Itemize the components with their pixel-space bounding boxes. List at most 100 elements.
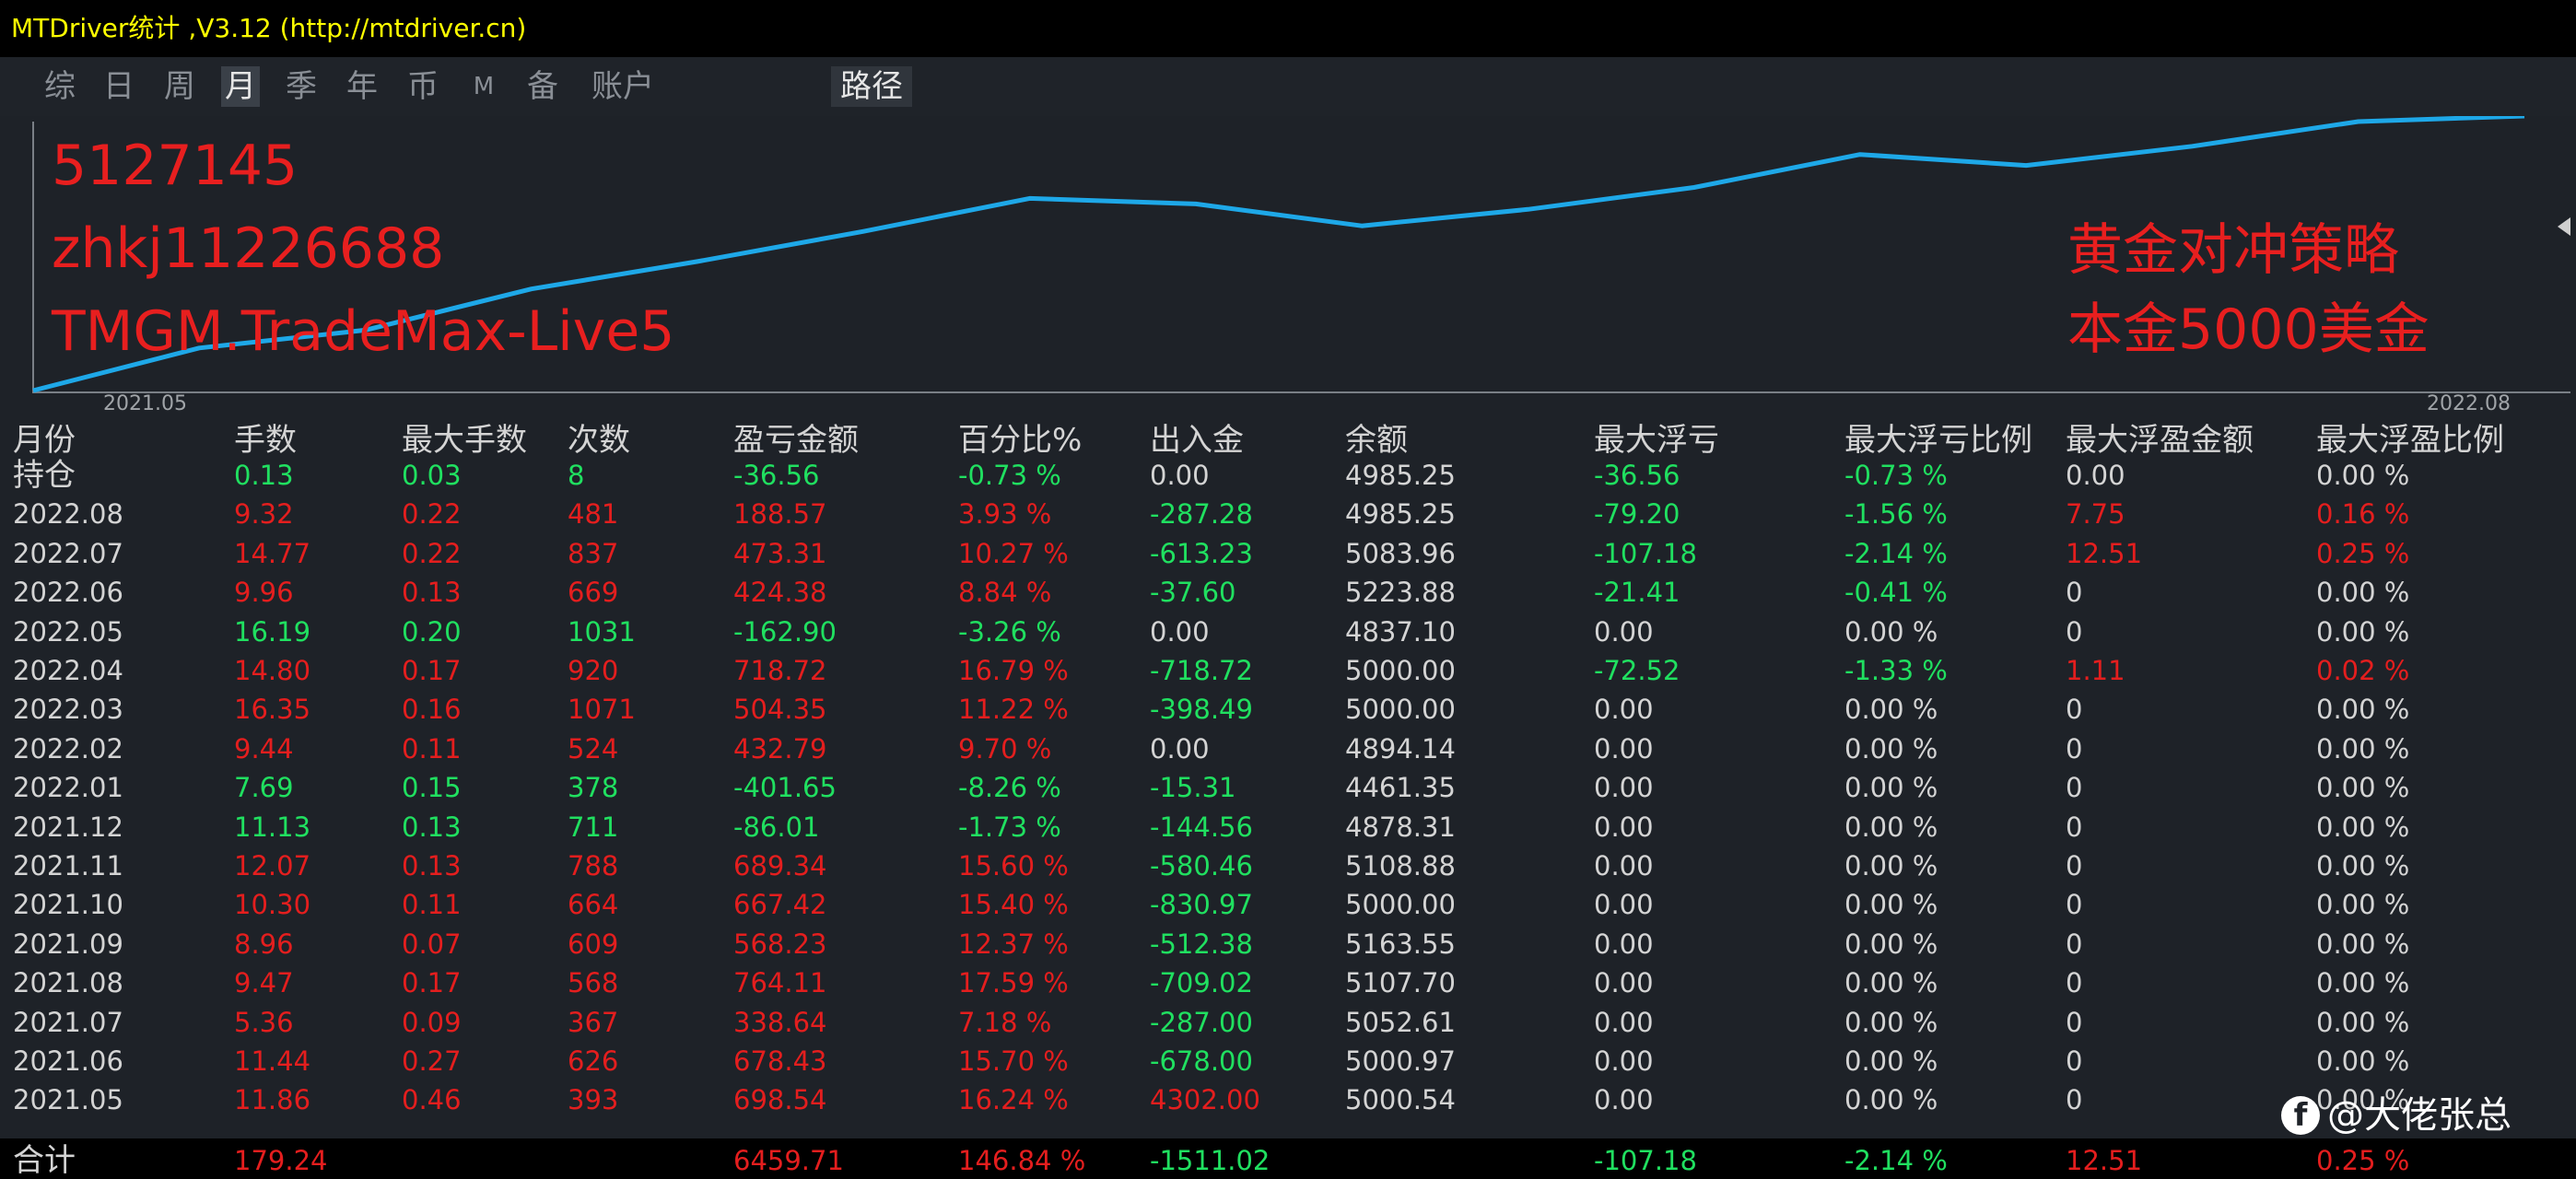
- scroll-left-arrow-icon[interactable]: [2558, 217, 2570, 236]
- cell-max-float-profit-pct: 0.00 %: [2316, 889, 2410, 921]
- row-label: 2021.12: [13, 811, 123, 843]
- cell-profit: -162.90: [733, 615, 837, 648]
- cell-max-float-profit: 0: [2066, 811, 2083, 843]
- monthly-stats-table: 月份 手数 最大手数 次数 盈亏金额 百分比% 出入金 余额 最大浮亏 最大浮亏比例 最大浮盈金额 最…: [0, 422, 2576, 1179]
- tab-note[interactable]: 备: [523, 66, 562, 107]
- cell-max-lots: 0.13: [402, 577, 462, 609]
- cell-lots: 9.47: [234, 967, 294, 999]
- cell-max-float-profit: 0: [2066, 967, 2083, 999]
- cell-trades: 393: [568, 1084, 619, 1116]
- cell-max-float-loss-pct: 0.00 %: [1844, 850, 1938, 881]
- cell-max-float-loss-pct: -1.33 %: [1844, 655, 1948, 686]
- cell-lots: 14.77: [234, 537, 311, 569]
- header-percent[interactable]: 百分比%: [958, 422, 1082, 459]
- cell-max-lots: 0.13: [402, 850, 462, 881]
- tab-day[interactable]: 日: [100, 66, 138, 107]
- header-max-float-profit-pct[interactable]: 最大浮盈比例: [2316, 422, 2504, 459]
- header-lots[interactable]: 手数: [234, 422, 297, 459]
- cell-profit: 188.57: [733, 498, 827, 531]
- cell-max-float-loss: 0.00: [1594, 850, 1654, 881]
- cell-max-float-loss: 0.00: [1594, 1084, 1654, 1116]
- header-max-float-loss[interactable]: 最大浮亏: [1594, 422, 1719, 459]
- cell-max-float-loss: 0.00: [1594, 615, 1654, 648]
- cell-max-float-profit: 1.11: [2066, 655, 2125, 686]
- tab-year[interactable]: 年: [343, 66, 381, 107]
- cell-lots: 16.19: [234, 615, 311, 648]
- cell-profit: 689.34: [733, 850, 827, 881]
- cell-percent: 11.22 %: [958, 694, 1069, 726]
- cell-max-float-profit: 0: [2066, 1045, 2083, 1077]
- cell-percent: 3.93 %: [958, 498, 1052, 531]
- cell-balance: 5163.55: [1345, 928, 1456, 960]
- cell-max-float-loss: 0.00: [1594, 694, 1654, 726]
- chart-end-date: 2022.08: [2427, 392, 2511, 415]
- cell-lots: 11.86: [234, 1084, 311, 1116]
- cell-trades: 367: [568, 1006, 619, 1038]
- cell-max-float-profit: 0: [2066, 577, 2083, 609]
- cell-trades: 609: [568, 928, 619, 960]
- cell-max-float-profit-pct: 0.00 %: [2316, 694, 2410, 726]
- cell-percent: 15.60 %: [958, 850, 1069, 881]
- tab-account[interactable]: 账户: [584, 66, 662, 107]
- cell-percent: -8.26 %: [958, 772, 1061, 804]
- cell-deposit-withdrawal: -830.97: [1150, 889, 1253, 921]
- header-max-float-loss-pct[interactable]: 最大浮亏比例: [1844, 422, 2032, 459]
- cell-trades: 920: [568, 655, 619, 686]
- cell-max-float-loss: 0.00: [1594, 772, 1654, 804]
- cell-percent: 8.84 %: [958, 577, 1052, 609]
- cell-max-lots: 0.15: [402, 772, 462, 804]
- cell-max-lots: 0.27: [402, 1045, 462, 1077]
- cell-max-float-loss-pct: 0.00 %: [1844, 732, 1938, 765]
- equity-chart: 5127145 zhkj11226688 TMGM.TradeMax-Live5…: [0, 116, 2576, 416]
- header-month[interactable]: 月份: [13, 422, 76, 459]
- cell-trades: 711: [568, 811, 619, 843]
- cell-max-float-loss: -79.20: [1594, 498, 1680, 531]
- cell-trades: 1071: [568, 694, 636, 726]
- cell-trades: 664: [568, 889, 619, 921]
- cell-lots: 10.30: [234, 889, 311, 921]
- cell-max-lots: 0.17: [402, 655, 462, 686]
- cell-deposit-withdrawal: 0.00: [1150, 460, 1210, 491]
- cell-balance: 4837.10: [1345, 615, 1456, 648]
- cell-trades: 837: [568, 537, 619, 569]
- cell-balance: 4985.25: [1345, 498, 1456, 531]
- row-label: 2022.01: [13, 772, 123, 804]
- tab-summary[interactable]: 综: [41, 66, 79, 107]
- account-server: TMGM.TradeMax-Live5: [52, 299, 675, 364]
- cell-max-float-profit-pct: 0.25 %: [2316, 1145, 2410, 1176]
- cell-max-float-loss-pct: 0.00 %: [1844, 811, 1938, 843]
- cell-deposit-withdrawal: -287.28: [1150, 498, 1253, 531]
- cell-percent: 7.18 %: [958, 1006, 1052, 1038]
- tab-currency[interactable]: 币: [404, 66, 442, 107]
- cell-profit: 667.42: [733, 889, 827, 921]
- cell-balance: 4878.31: [1345, 811, 1456, 843]
- cell-max-float-loss-pct: 0.00 %: [1844, 1006, 1938, 1038]
- watermark-text: @大佬张总: [2327, 1094, 2512, 1137]
- cell-percent: 146.84 %: [958, 1145, 1086, 1176]
- header-max-lots[interactable]: 最大手数: [402, 422, 527, 459]
- cell-max-float-loss: 0.00: [1594, 811, 1654, 843]
- header-max-float-profit[interactable]: 最大浮盈金额: [2066, 422, 2254, 459]
- cell-max-float-loss: -107.18: [1594, 537, 1697, 569]
- cell-deposit-withdrawal: -37.60: [1150, 577, 1236, 609]
- cell-lots: 5.36: [234, 1006, 294, 1038]
- header-trades[interactable]: 次数: [568, 422, 630, 459]
- tab-week[interactable]: 周: [160, 66, 199, 107]
- row-label: 2021.11: [13, 850, 123, 881]
- header-profit[interactable]: 盈亏金额: [733, 422, 859, 459]
- tab-m[interactable]: M: [464, 66, 503, 107]
- cell-balance: 5083.96: [1345, 537, 1456, 569]
- cell-trades: 1031: [568, 615, 636, 648]
- cell-profit: 718.72: [733, 655, 827, 686]
- cell-lots: 9.96: [234, 577, 294, 609]
- cell-max-float-loss: -21.41: [1594, 577, 1680, 609]
- cell-deposit-withdrawal: -709.02: [1150, 967, 1253, 999]
- tab-month[interactable]: 月: [221, 66, 260, 107]
- row-label: 2021.06: [13, 1045, 123, 1077]
- tab-quarter[interactable]: 季: [282, 66, 321, 107]
- tab-path[interactable]: 路径: [831, 66, 912, 107]
- row-label: 2021.05: [13, 1084, 123, 1116]
- header-balance[interactable]: 余额: [1345, 422, 1408, 459]
- header-deposit-withdrawal[interactable]: 出入金: [1150, 422, 1244, 459]
- cell-max-float-loss: 0.00: [1594, 1006, 1654, 1038]
